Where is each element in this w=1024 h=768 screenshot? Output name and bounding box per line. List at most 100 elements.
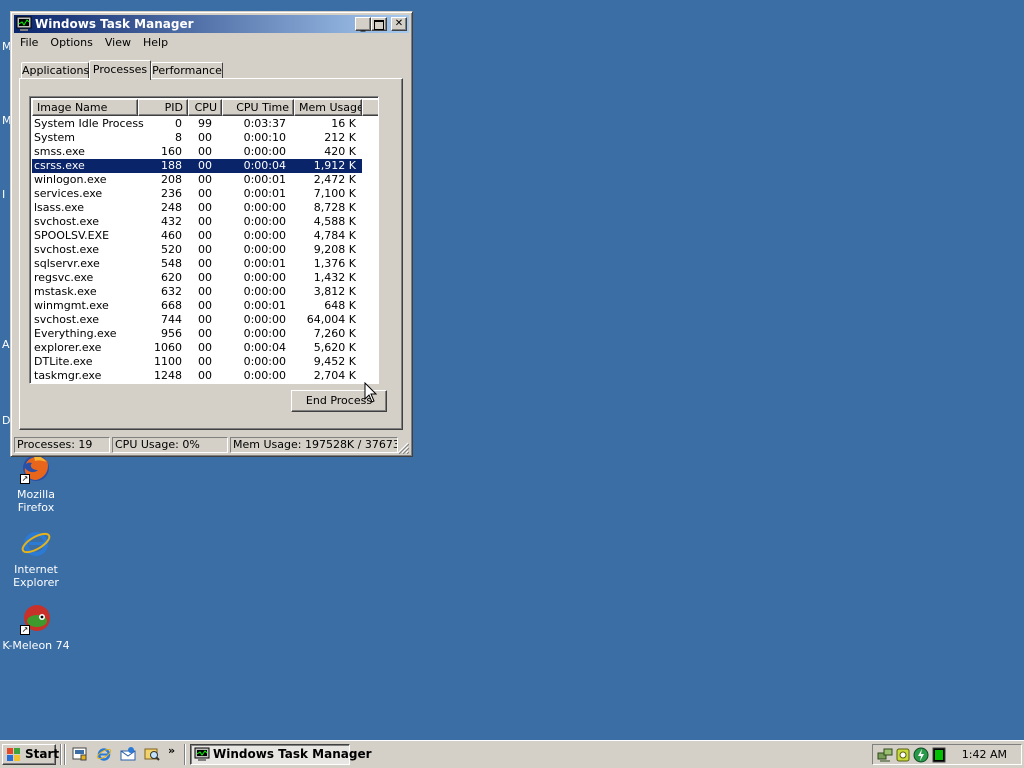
table-row[interactable]: System 8 00 0:00:10 212 K	[32, 131, 376, 145]
process-name: smss.exe	[34, 145, 85, 158]
table-row[interactable]: winlogon.exe 208 00 0:00:01 2,472 K	[32, 173, 376, 187]
shortcut-arrow-icon: ↗	[20, 625, 30, 635]
process-name: System	[34, 131, 76, 144]
outlook-icon[interactable]	[120, 746, 136, 762]
column-filler	[362, 99, 378, 116]
table-row[interactable]: DTLite.exe 1100 00 0:00:00 9,452 K	[32, 355, 376, 369]
column-cpu[interactable]: CPU	[188, 99, 222, 116]
table-row[interactable]: services.exe 236 00 0:00:01 7,100 K	[32, 187, 376, 201]
process-pid: 236	[161, 187, 182, 200]
process-pid: 548	[161, 257, 182, 270]
process-name: svchost.exe	[34, 243, 100, 256]
process-cpu: 00	[184, 159, 220, 173]
table-row[interactable]: winmgmt.exe 668 00 0:00:01 648 K	[32, 299, 376, 313]
process-mem-usage: 212 K	[324, 131, 356, 144]
table-row[interactable]: explorer.exe 1060 00 0:00:04 5,620 K	[32, 341, 376, 355]
process-mem-usage: 1,912 K	[290, 159, 362, 173]
clock[interactable]: 1:42 AM	[962, 748, 1007, 761]
show-desktop-icon[interactable]	[72, 746, 88, 762]
tray-app-icon[interactable]	[895, 747, 911, 763]
desktop-icon-firefox[interactable]: ↗ Mozilla Firefox	[0, 452, 74, 514]
process-cpu: 00	[198, 271, 212, 284]
table-row[interactable]: SPOOLSV.EXE 460 00 0:00:00 4,784 K	[32, 229, 376, 243]
start-label: Start	[25, 747, 60, 761]
status-cpu-usage: CPU Usage: 0%	[112, 437, 228, 453]
table-row[interactable]: svchost.exe 432 00 0:00:00 4,588 K	[32, 215, 376, 229]
process-pid: 160	[161, 145, 182, 158]
title-bar[interactable]: Windows Task Manager _ ✕	[14, 15, 409, 33]
desktop-icon-k-meleon[interactable]: ↗ K-Meleon 74	[0, 603, 74, 652]
process-pid: 208	[161, 173, 182, 186]
menu-file[interactable]: File	[14, 34, 44, 52]
task-manager-app-icon[interactable]	[16, 16, 32, 32]
table-row[interactable]: svchost.exe 744 00 0:00:00 64,004 K	[32, 313, 376, 327]
close-button[interactable]: ✕	[391, 17, 407, 31]
process-cpu-time: 0:00:00	[243, 355, 286, 368]
process-cpu: 00	[198, 341, 212, 354]
table-row[interactable]: svchost.exe 520 00 0:00:00 9,208 K	[32, 243, 376, 257]
process-pid: 8	[175, 131, 182, 144]
process-cpu-time: 0:00:04	[243, 341, 286, 354]
table-row[interactable]: smss.exe 160 00 0:00:00 420 K	[32, 145, 376, 159]
tab-processes[interactable]: Processes	[89, 60, 151, 80]
process-pid: 432	[161, 215, 182, 228]
menu-view[interactable]: View	[99, 34, 137, 52]
process-pid: 188	[138, 159, 184, 173]
process-name: winlogon.exe	[34, 173, 107, 186]
process-cpu: 00	[198, 131, 212, 144]
process-cpu: 00	[198, 201, 212, 214]
column-cpu-time[interactable]: CPU Time	[222, 99, 294, 116]
column-image-name[interactable]: Image Name	[32, 99, 138, 116]
desktop-icon-internet-explorer[interactable]: Internet Explorer	[0, 527, 74, 589]
process-name: csrss.exe	[32, 159, 138, 173]
process-list[interactable]: Image Name PID CPU CPU Time Mem Usage Sy…	[29, 96, 379, 384]
tab-performance[interactable]: Performance	[151, 62, 223, 79]
table-row[interactable]: Everything.exe 956 00 0:00:00 7,260 K	[32, 327, 376, 341]
resize-grip-icon[interactable]	[397, 442, 409, 454]
ie-icon[interactable]	[96, 746, 112, 762]
table-row[interactable]: taskmgr.exe 1248 00 0:00:00 2,704 K	[32, 369, 376, 383]
process-pid: 460	[161, 229, 182, 242]
tab-applications[interactable]: Applications	[21, 62, 89, 79]
explorer-icon[interactable]	[144, 746, 160, 762]
table-row[interactable]: lsass.exe 248 00 0:00:00 8,728 K	[32, 201, 376, 215]
menu-bar: File Options View Help	[14, 34, 409, 52]
column-mem-usage[interactable]: Mem Usage	[294, 99, 362, 116]
menu-options[interactable]: Options	[44, 34, 98, 52]
minimize-button[interactable]: _	[355, 17, 371, 32]
start-button[interactable]: Start	[2, 744, 60, 765]
desktop-edge-label: I	[2, 188, 6, 201]
process-pid: 744	[161, 313, 182, 326]
process-cpu-time: 0:00:01	[243, 257, 286, 270]
taskbar: Start » Windows Task Manager 1:42 AM	[0, 740, 1024, 768]
table-row[interactable]: sqlservr.exe 548 00 0:00:01 1,376 K	[32, 257, 376, 271]
network-icon[interactable]	[877, 747, 893, 763]
desktop-icon-label: K-Meleon 74	[2, 639, 70, 652]
table-row[interactable]: System Idle Process 0 99 0:03:37 16 K	[32, 117, 376, 131]
table-row[interactable]: mstask.exe 632 00 0:00:00 3,812 K	[32, 285, 376, 299]
minimize-icon: _	[360, 21, 366, 32]
task-manager-app-icon	[194, 747, 210, 761]
process-cpu-time: 0:00:01	[243, 173, 286, 186]
quicklaunch-chevron[interactable]: »	[168, 744, 175, 757]
process-cpu: 00	[198, 187, 212, 200]
process-name: sqlservr.exe	[34, 257, 100, 270]
process-pid: 956	[161, 327, 182, 340]
table-row[interactable]: csrss.exe 188 00 0:00:04 1,912 K	[32, 159, 376, 173]
process-cpu-time: 0:00:00	[243, 215, 286, 228]
power-icon[interactable]	[913, 747, 929, 763]
internet-explorer-icon	[20, 527, 52, 559]
column-pid[interactable]: PID	[138, 99, 188, 116]
process-cpu-time: 0:00:00	[243, 229, 286, 242]
taskmgr-cpu-icon[interactable]	[931, 747, 947, 763]
process-mem-usage: 8,728 K	[313, 201, 356, 214]
process-name: services.exe	[34, 187, 103, 200]
process-pid: 632	[161, 285, 182, 298]
table-row[interactable]: regsvc.exe 620 00 0:00:00 1,432 K	[32, 271, 376, 285]
process-cpu-time: 0:00:00	[243, 369, 286, 382]
process-mem-usage: 2,472 K	[313, 173, 356, 186]
menu-help[interactable]: Help	[137, 34, 174, 52]
taskbar-button-task-manager[interactable]: Windows Task Manager	[190, 744, 372, 765]
maximize-button[interactable]	[371, 17, 387, 31]
taskbar-separator	[64, 744, 66, 765]
